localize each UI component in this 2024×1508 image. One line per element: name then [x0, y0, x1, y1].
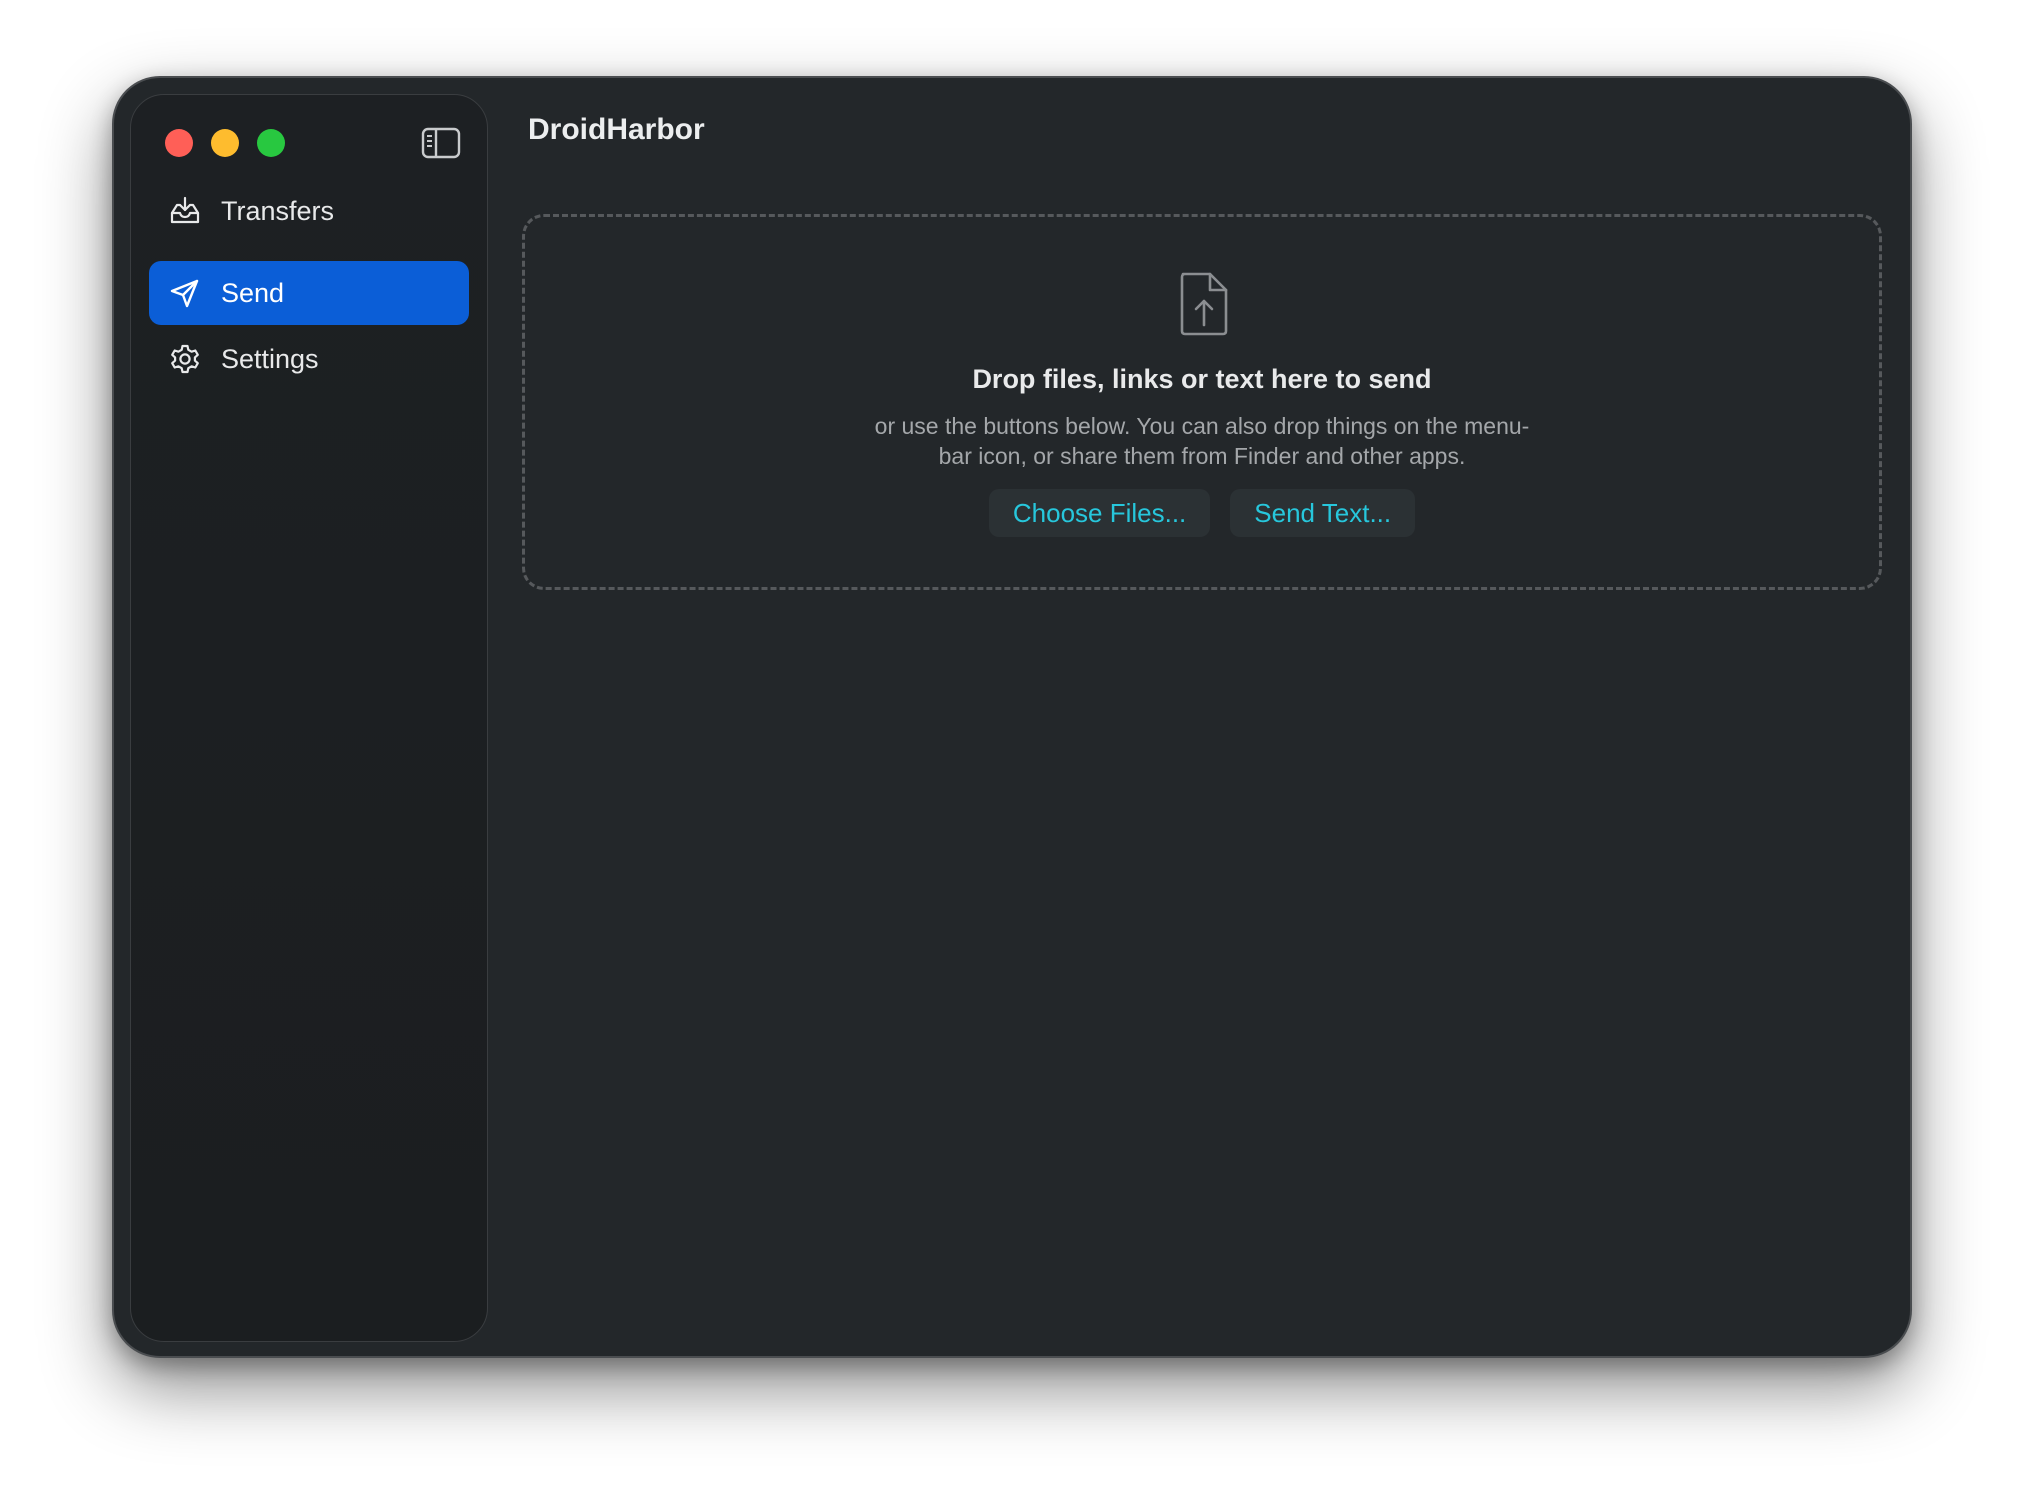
drop-zone-subtitle-line: bar icon, or share them from Finder and …	[938, 443, 1466, 469]
app-window: Transfers Send Settings DroidHarbor Drop…	[112, 76, 1912, 1358]
sidebar-item-label: Send	[221, 278, 285, 308]
drop-zone-title: Drop files, links or text here to send	[972, 364, 1432, 394]
drop-zone-subtitle: or use the buttons below. You can also d…	[525, 411, 1879, 471]
minimize-window-button[interactable]	[211, 129, 239, 157]
sidebar-item-settings[interactable]: Settings	[149, 327, 469, 391]
sidebar-item-send[interactable]: Send	[149, 261, 469, 325]
choose-files-button[interactable]: Choose Files...	[988, 489, 1211, 537]
send-text-button[interactable]: Send Text...	[1230, 489, 1416, 537]
sidebar-item-transfers[interactable]: Transfers	[149, 179, 469, 243]
sidebar-item-label: Settings	[221, 344, 319, 374]
drop-zone-subtitle-line: or use the buttons below. You can also d…	[874, 413, 1530, 439]
document-upload-icon	[1177, 271, 1231, 337]
drop-zone[interactable]: Drop files, links or text here to send o…	[522, 214, 1882, 590]
tray-download-icon	[169, 195, 201, 227]
sidebar-item-label: Transfers	[221, 196, 335, 226]
drop-zone-actions: Choose Files... Send Text...	[525, 489, 1879, 537]
sidebar: Transfers Send Settings	[130, 94, 488, 1342]
gear-icon	[169, 343, 201, 375]
sidebar-toggle-icon[interactable]	[421, 127, 461, 159]
close-window-button[interactable]	[165, 129, 193, 157]
page-title: DroidHarbor	[528, 113, 705, 146]
zoom-window-button[interactable]	[257, 129, 285, 157]
paper-plane-icon	[169, 277, 201, 309]
